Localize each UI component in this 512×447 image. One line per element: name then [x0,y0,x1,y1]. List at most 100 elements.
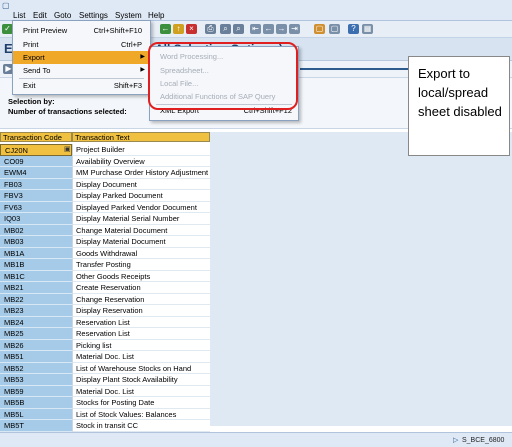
transaction-text-cell[interactable]: Display Material Serial Number [72,213,210,225]
new-session-icon[interactable]: ▢ [314,24,325,34]
transaction-code-cell[interactable]: MB21 [0,282,72,294]
table-row[interactable]: MB59 Material Doc. List [0,385,210,397]
prev-page-icon[interactable]: ← [263,24,274,34]
transaction-code-cell[interactable]: FBV3 [0,190,72,202]
table-row[interactable]: MB03 Display Material Document [0,236,210,248]
menu-item-exit[interactable]: Exit Shift+F3 [13,79,150,92]
header-transaction-code[interactable]: Transaction Code [0,132,72,142]
transaction-code-cell[interactable]: MB22 [0,293,72,305]
transaction-code-cell[interactable]: MB5B [0,397,72,409]
transaction-text-cell[interactable]: Display Document [72,178,210,190]
transaction-code-cell[interactable]: MB03 [0,236,72,248]
transaction-text-cell[interactable]: Change Material Document [72,224,210,236]
table-row[interactable]: EWM4 MM Purchase Order History Adjustment [0,167,210,179]
table-row[interactable]: MB1B Transfer Posting [0,259,210,271]
transaction-text-cell[interactable]: List of Warehouse Stocks on Hand [72,362,210,374]
table-row[interactable]: FB03 Display Document [0,178,210,190]
transaction-text-cell[interactable]: Project Builder [72,144,210,156]
transaction-text-cell[interactable]: Reservation List [72,328,210,340]
table-row[interactable]: MB26 Picking list [0,339,210,351]
transaction-code-cell[interactable]: MB1A [0,247,72,259]
last-page-icon[interactable]: ⇥ [289,24,300,34]
transaction-code-cell[interactable]: MB52 [0,362,72,374]
transaction-text-cell[interactable]: MM Purchase Order History Adjustment [72,167,210,179]
table-row[interactable]: MB51 Material Doc. List [0,351,210,363]
transaction-text-cell[interactable]: Other Goods Receipts [72,270,210,282]
transaction-text-cell[interactable]: Create Reservation [72,282,210,294]
transaction-code-cell[interactable]: FB03 [0,178,72,190]
table-row[interactable]: MB1C Other Goods Receipts [0,270,210,282]
menu-list[interactable]: List [13,11,25,20]
table-row[interactable]: MB25 Reservation List [0,328,210,340]
transaction-code-cell[interactable]: MB5T [0,420,72,432]
transaction-code-cell[interactable]: CO09 [0,155,72,167]
transaction-text-cell[interactable]: Stock in transit CC [72,420,210,432]
transaction-text-cell[interactable]: Display Parked Document [72,190,210,202]
transaction-code-cell[interactable]: FV63 [0,201,72,213]
shortcut-icon[interactable]: ▢ [329,24,340,34]
header-transaction-text[interactable]: Transaction Text [72,132,210,142]
transaction-code-cell[interactable]: MB26 [0,339,72,351]
transaction-code-cell[interactable]: MB1C [0,270,72,282]
table-row[interactable]: MB24 Reservation List [0,316,210,328]
table-row[interactable]: FBV3 Display Parked Document [0,190,210,202]
print-icon[interactable]: ⎙ [205,24,216,34]
exit-icon[interactable]: ↑ [173,24,184,34]
table-row[interactable]: CJ20N Project Builder ▣ [0,144,210,156]
menu-system[interactable]: System [115,11,142,20]
transaction-code-cell[interactable]: MB02 [0,224,72,236]
transaction-text-cell[interactable]: List of Stock Values: Balances [72,408,210,420]
menu-item-send-to[interactable]: Send To ▶ [13,64,150,77]
layout-icon[interactable]: ▦ [362,24,373,34]
table-row[interactable]: MB5T Stock in transit CC [0,420,210,432]
transaction-text-cell[interactable]: Material Doc. List [72,351,210,363]
help-icon[interactable]: ? [348,24,359,34]
table-row[interactable]: MB5B Stocks for Posting Date [0,397,210,409]
transaction-text-cell[interactable]: Stocks for Posting Date [72,397,210,409]
table-row[interactable]: MB5L List of Stock Values: Balances [0,408,210,420]
transaction-text-cell[interactable]: Material Doc. List [72,385,210,397]
next-page-icon[interactable]: → [276,24,287,34]
menu-help[interactable]: Help [148,11,164,20]
menu-goto[interactable]: Goto [54,11,71,20]
find-icon[interactable]: ⌕ [220,24,231,34]
table-row[interactable]: IQ03 Display Material Serial Number [0,213,210,225]
table-row[interactable]: MB22 Change Reservation [0,293,210,305]
transaction-code-cell[interactable]: MB53 [0,374,72,386]
menu-settings[interactable]: Settings [79,11,108,20]
menu-edit[interactable]: Edit [33,11,47,20]
transaction-text-cell[interactable]: Display Material Document [72,236,210,248]
transaction-code-cell[interactable]: CJ20N [0,144,72,156]
table-row[interactable]: MB1A Goods Withdrawal [0,247,210,259]
transaction-text-cell[interactable]: Display Reservation [72,305,210,317]
transaction-code-cell[interactable]: EWM4 [0,167,72,179]
value-help-icon[interactable]: ▣ [64,145,71,153]
transaction-text-cell[interactable]: Reservation List [72,316,210,328]
transaction-text-cell[interactable]: Change Reservation [72,293,210,305]
transaction-text-cell[interactable]: Transfer Posting [72,259,210,271]
status-arrow-icon[interactable]: ▷ [453,436,458,444]
transaction-code-cell[interactable]: IQ03 [0,213,72,225]
transaction-code-cell[interactable]: MB51 [0,351,72,363]
transaction-code-cell[interactable]: MB5L [0,408,72,420]
table-row[interactable]: MB53 Display Plant Stock Availability [0,374,210,386]
menu-item-print[interactable]: Print Ctrl+P [13,38,150,51]
menu-item-print-preview[interactable]: Print Preview Ctrl+Shift+F10 [13,24,150,37]
table-row[interactable]: MB02 Change Material Document [0,224,210,236]
table-row[interactable]: MB21 Create Reservation [0,282,210,294]
transaction-code-cell[interactable]: MB1B [0,259,72,271]
transaction-text-cell[interactable]: Displayed Parked Vendor Document [72,201,210,213]
table-row[interactable]: FV63 Displayed Parked Vendor Document [0,201,210,213]
cancel-icon[interactable]: × [186,24,197,34]
transaction-text-cell[interactable]: Display Plant Stock Availability [72,374,210,386]
find-next-icon[interactable]: ⌕ [233,24,244,34]
menu-item-export[interactable]: Export ▶ [13,51,150,64]
table-row[interactable]: CO09 Availability Overview [0,155,210,167]
back-icon[interactable]: ← [160,24,171,34]
first-page-icon[interactable]: ⇤ [250,24,261,34]
transaction-code-cell[interactable]: MB25 [0,328,72,340]
transaction-text-cell[interactable]: Goods Withdrawal [72,247,210,259]
table-row[interactable]: MB23 Display Reservation [0,305,210,317]
transaction-code-cell[interactable]: MB23 [0,305,72,317]
transaction-code-cell[interactable]: MB59 [0,385,72,397]
